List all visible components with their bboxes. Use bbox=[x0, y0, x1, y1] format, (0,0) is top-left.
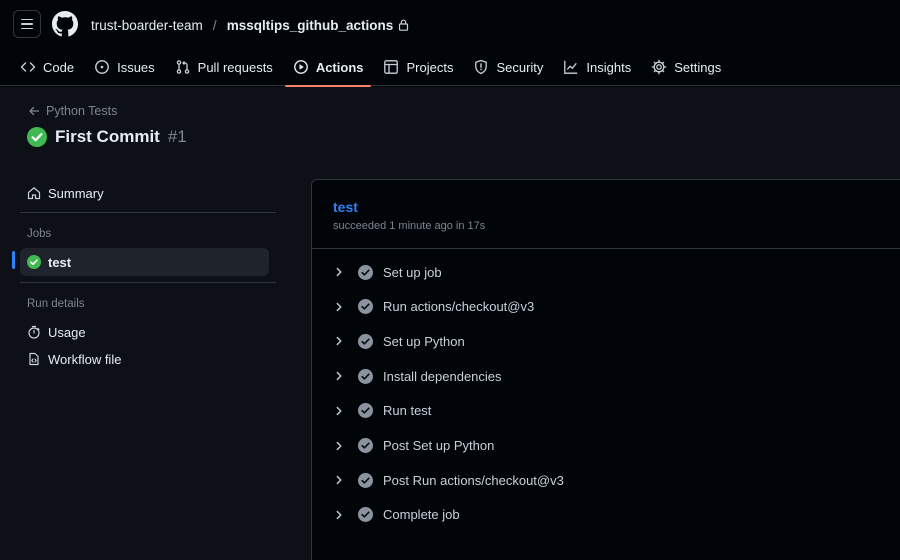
workflow-back-link[interactable]: Python Tests bbox=[28, 104, 117, 118]
job-step-row[interactable]: Set up job bbox=[334, 258, 894, 286]
chevron-right-icon[interactable] bbox=[334, 302, 344, 312]
tab-code[interactable]: Code bbox=[12, 48, 82, 86]
chevron-right-icon[interactable] bbox=[334, 371, 344, 381]
sidebar-item-job-test[interactable]: test bbox=[20, 248, 269, 276]
job-header: test succeeded 1 minute ago in 17s bbox=[312, 180, 900, 249]
job-step-row[interactable]: Complete job bbox=[334, 501, 894, 529]
selected-indicator bbox=[12, 251, 15, 269]
sidebar-item-label: Workflow file bbox=[48, 351, 122, 367]
job-step-label: Post Set up Python bbox=[383, 438, 495, 453]
file-code-icon bbox=[29, 352, 39, 366]
step-success-icon bbox=[358, 264, 373, 280]
job-step-label: Set up Python bbox=[383, 333, 465, 349]
sidebar-item-workflow-file[interactable]: Workflow file bbox=[20, 345, 269, 373]
run-title-text: First Commit bbox=[55, 127, 160, 146]
chevron-right-icon[interactable] bbox=[334, 475, 344, 485]
sidebar-item-label: Summary bbox=[48, 185, 104, 201]
workflow-name: Python Tests bbox=[46, 104, 118, 118]
tab-actions[interactable]: Actions bbox=[284, 48, 372, 87]
tab-settings-label: Settings bbox=[674, 59, 722, 75]
chevron-right-icon[interactable] bbox=[334, 441, 344, 451]
menu-line-icon bbox=[21, 23, 33, 25]
job-step-row[interactable]: Post Set up Python bbox=[334, 432, 894, 460]
pull-request-icon bbox=[176, 60, 189, 74]
run-title-area: Python Tests First Commit #1 bbox=[0, 87, 900, 179]
menu-button[interactable] bbox=[13, 10, 41, 38]
shield-icon bbox=[475, 59, 488, 75]
job-step-row[interactable]: Run actions/checkout@v3 bbox=[334, 293, 894, 321]
step-success-icon bbox=[358, 403, 373, 419]
tab-security[interactable]: Security bbox=[465, 48, 551, 86]
github-logo-icon[interactable] bbox=[52, 11, 78, 37]
run-number: #1 bbox=[167, 127, 187, 146]
tab-pull-requests[interactable]: Pull requests bbox=[167, 48, 281, 86]
tab-actions-label: Actions bbox=[315, 59, 364, 75]
job-status-text: succeeded 1 minute ago in 17s bbox=[333, 220, 486, 232]
chevron-right-icon[interactable] bbox=[334, 336, 344, 346]
repo-owner-link[interactable]: trust-boarder-team bbox=[91, 18, 203, 33]
play-icon bbox=[293, 60, 308, 74]
job-step-row[interactable]: Set up Python bbox=[334, 327, 894, 355]
step-success-icon bbox=[358, 368, 373, 384]
run-details-heading: Run details bbox=[27, 298, 85, 310]
step-success-icon bbox=[358, 507, 373, 523]
job-name-link[interactable]: test bbox=[333, 199, 358, 215]
tab-insights[interactable]: Insights bbox=[555, 48, 639, 86]
tab-projects-label: Projects bbox=[406, 59, 454, 75]
sidebar-divider bbox=[20, 212, 276, 213]
run-sidebar: Summary Jobs test Run details Usage Work… bbox=[0, 179, 290, 560]
sidebar-divider bbox=[20, 282, 276, 283]
job-step-label: Install dependencies bbox=[383, 368, 502, 384]
sidebar-item-label: test bbox=[48, 254, 72, 270]
global-header: trust-boarder-team / mssqltips_github_ac… bbox=[0, 0, 900, 87]
step-success-icon bbox=[358, 333, 373, 349]
menu-line-icon bbox=[21, 27, 33, 30]
issue-icon bbox=[95, 60, 109, 74]
job-log-panel: test succeeded 1 minute ago in 17s Set u… bbox=[311, 179, 900, 560]
jobs-heading: Jobs bbox=[27, 228, 52, 240]
job-step-label: Post Run actions/checkout@v3 bbox=[383, 472, 564, 488]
repo-nav-tabs: Code Issues Pull requests Actions Projec… bbox=[0, 48, 900, 87]
chevron-right-icon[interactable] bbox=[334, 510, 344, 520]
job-step-label: Complete job bbox=[383, 507, 460, 523]
breadcrumb-separator: / bbox=[212, 17, 217, 33]
job-step-label: Run test bbox=[383, 403, 432, 419]
menu-line-icon bbox=[21, 18, 33, 21]
chevron-right-icon[interactable] bbox=[334, 267, 344, 277]
page-title: First Commit #1 bbox=[27, 127, 187, 147]
tab-pull-requests-label: Pull requests bbox=[197, 59, 273, 75]
lock-icon bbox=[399, 19, 409, 31]
tab-issues[interactable]: Issues bbox=[86, 48, 163, 86]
job-step-label: Set up job bbox=[383, 264, 442, 280]
sidebar-item-summary[interactable]: Summary bbox=[20, 179, 269, 207]
step-success-icon bbox=[358, 299, 373, 315]
graph-icon bbox=[564, 60, 578, 74]
tab-issues-label: Issues bbox=[117, 59, 155, 75]
tab-security-label: Security bbox=[496, 59, 544, 75]
job-step-row[interactable]: Post Run actions/checkout@v3 bbox=[334, 466, 894, 494]
success-check-icon bbox=[27, 255, 41, 269]
repo-name-link[interactable]: mssqltips_github_actions bbox=[227, 18, 394, 33]
tab-projects[interactable]: Projects bbox=[375, 48, 461, 86]
sidebar-item-usage[interactable]: Usage bbox=[20, 318, 269, 346]
tab-insights-label: Insights bbox=[586, 59, 632, 75]
arrow-left-icon bbox=[29, 106, 40, 116]
job-step-row[interactable]: Install dependencies bbox=[334, 362, 894, 390]
home-icon bbox=[27, 187, 41, 200]
table-icon bbox=[384, 60, 399, 74]
sidebar-item-label: Usage bbox=[48, 324, 86, 340]
code-icon bbox=[20, 62, 36, 72]
stopwatch-icon bbox=[28, 325, 40, 339]
tab-code-label: Code bbox=[43, 59, 75, 75]
job-step-row[interactable]: Run test bbox=[334, 397, 894, 425]
job-step-label: Run actions/checkout@v3 bbox=[383, 299, 535, 315]
chevron-right-icon[interactable] bbox=[334, 406, 344, 416]
gear-icon bbox=[651, 59, 667, 75]
tab-settings[interactable]: Settings bbox=[643, 48, 729, 86]
breadcrumb: trust-boarder-team / mssqltips_github_ac… bbox=[91, 16, 409, 34]
success-check-icon bbox=[27, 127, 47, 147]
step-success-icon bbox=[358, 438, 373, 453]
step-success-icon bbox=[358, 472, 373, 488]
